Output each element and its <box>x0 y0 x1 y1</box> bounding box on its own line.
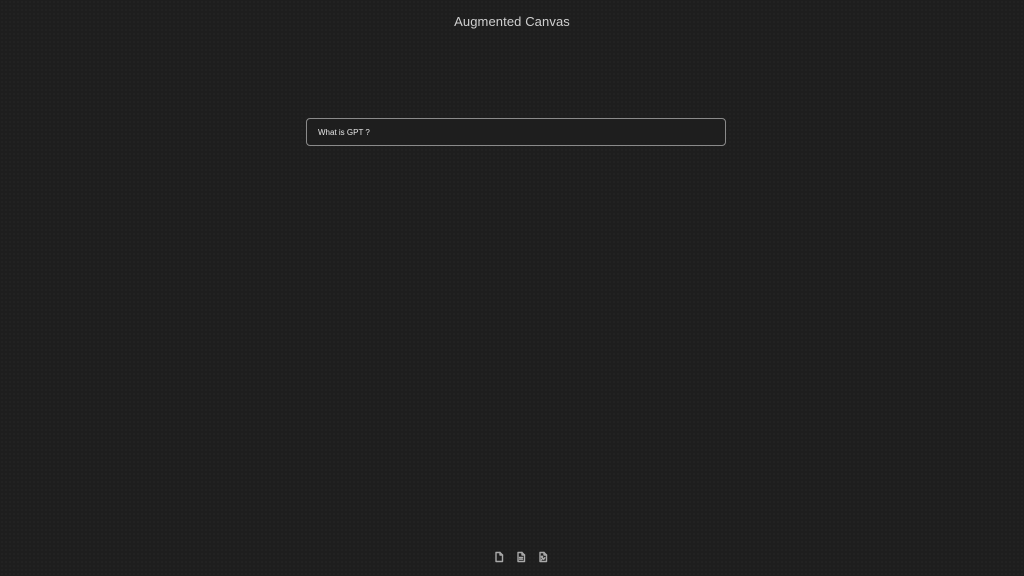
canvas-view[interactable]: Augmented Canvas What is GPT ? <box>0 0 1024 576</box>
new-file-icon <box>493 550 505 568</box>
add-note-button[interactable] <box>512 550 530 568</box>
add-media-button[interactable] <box>534 550 552 568</box>
page-title: Augmented Canvas <box>454 14 570 29</box>
canvas-toolbar <box>488 548 554 570</box>
canvas-card[interactable]: What is GPT ? <box>306 118 726 146</box>
card-text: What is GPT ? <box>318 128 370 137</box>
new-note-icon <box>515 550 527 568</box>
new-media-icon <box>537 550 549 568</box>
add-card-button[interactable] <box>490 550 508 568</box>
